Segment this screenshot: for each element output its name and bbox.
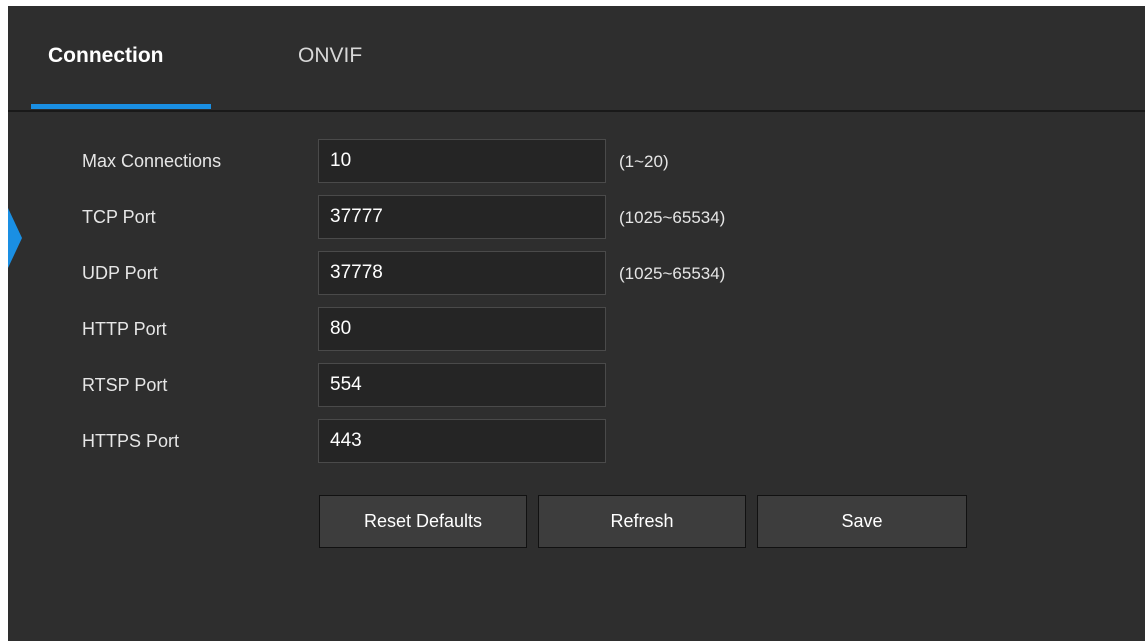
max-connections-label: Max Connections bbox=[82, 151, 222, 171]
http-port-label: HTTP Port bbox=[82, 319, 167, 339]
refresh-button[interactable]: Refresh bbox=[538, 495, 746, 548]
tcp-port-input[interactable] bbox=[318, 195, 606, 239]
tcp-port-range-hint: (1025~65534) bbox=[619, 208, 726, 227]
tab-bar: Connection ONVIF bbox=[8, 6, 1145, 112]
reset-defaults-button[interactable]: Reset Defaults bbox=[319, 495, 527, 548]
udp-port-range-hint: (1025~65534) bbox=[619, 264, 726, 283]
http-port-input[interactable] bbox=[318, 307, 606, 351]
save-button[interactable]: Save bbox=[757, 495, 967, 548]
rtsp-port-input[interactable] bbox=[318, 363, 606, 407]
https-port-label: HTTPS Port bbox=[82, 431, 180, 451]
sidebar-expand-arrow-icon[interactable] bbox=[8, 208, 22, 268]
settings-panel: Connection ONVIF Max Connections (1~20) … bbox=[8, 6, 1145, 641]
tcp-port-label: TCP Port bbox=[82, 207, 156, 227]
tab-onvif[interactable]: ONVIF bbox=[298, 44, 362, 68]
udp-port-label: UDP Port bbox=[82, 263, 158, 283]
rtsp-port-label: RTSP Port bbox=[82, 375, 168, 395]
udp-port-input[interactable] bbox=[318, 251, 606, 295]
https-port-input[interactable] bbox=[318, 419, 606, 463]
active-tab-indicator bbox=[31, 104, 211, 109]
max-connections-range-hint: (1~20) bbox=[619, 152, 669, 171]
max-connections-input[interactable] bbox=[318, 139, 606, 183]
tab-connection[interactable]: Connection bbox=[48, 44, 164, 68]
